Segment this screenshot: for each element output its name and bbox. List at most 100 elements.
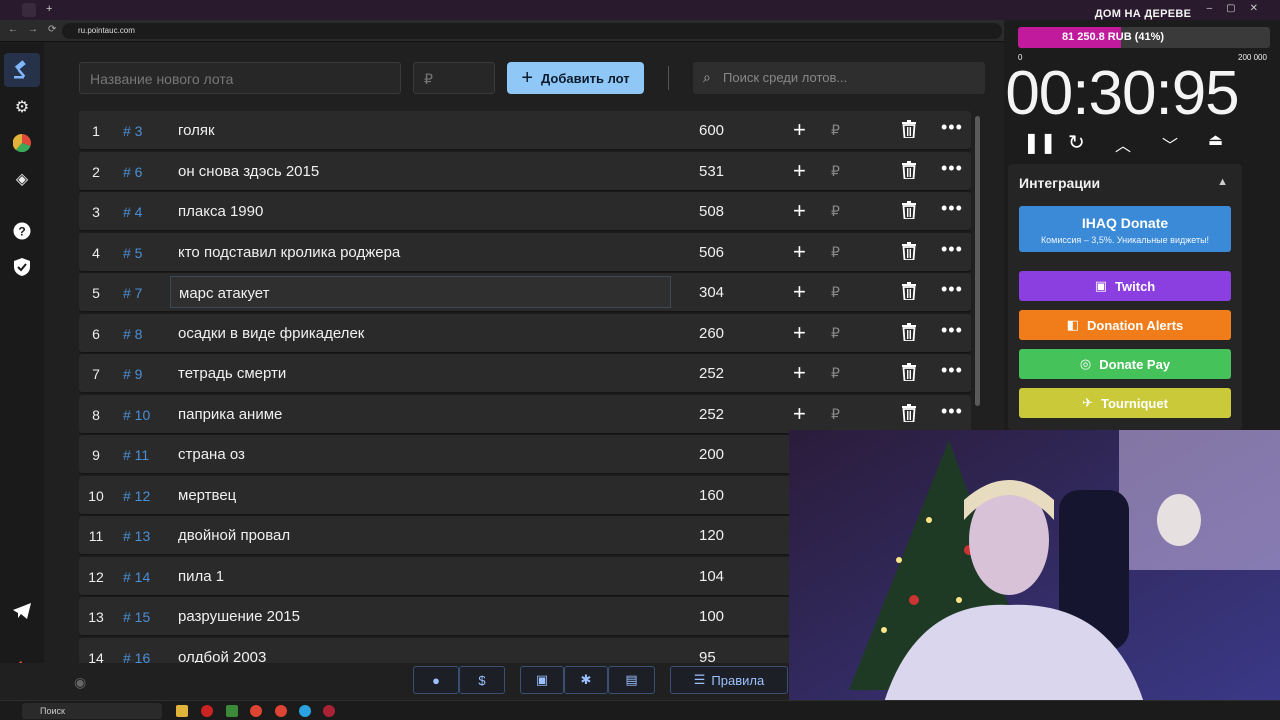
eye-icon[interactable]: ◉ <box>74 674 86 691</box>
chrome-icon-2[interactable] <box>275 705 287 717</box>
more-options-icon[interactable]: ••• <box>941 117 963 138</box>
lot-id: # 3 <box>123 123 143 139</box>
add-amount-plus-icon[interactable]: + <box>793 401 806 427</box>
browser-nav-icons[interactable]: ←→⟳ <box>8 24 66 35</box>
lot-id: # 12 <box>123 487 151 504</box>
wheel-chart-icon[interactable] <box>10 131 34 155</box>
delete-trash-icon[interactable] <box>902 160 918 181</box>
gavel-icon[interactable] <box>4 53 40 87</box>
integration-button-donation-alerts[interactable]: ◧ Donation Alerts <box>1019 310 1231 340</box>
trash-list-icon: ▤ <box>625 672 638 687</box>
delete-trash-icon[interactable] <box>902 201 918 221</box>
lot-name-field[interactable]: паприка аниме <box>178 406 282 423</box>
lot-amount: 100 <box>699 608 725 625</box>
browser-tab[interactable] <box>22 3 36 17</box>
lot-name-field[interactable]: марс атакует <box>170 276 671 308</box>
donate-dollar-button[interactable]: $ <box>459 666 505 694</box>
shield-icon[interactable] <box>10 255 34 279</box>
lot-amount: 508 <box>699 203 725 220</box>
list-scrollbar[interactable] <box>975 116 980 406</box>
restart-icon[interactable]: ↻ <box>1068 130 1085 155</box>
chevron-up-icon[interactable]: ︿ <box>1115 132 1131 156</box>
lot-id: # 10 <box>123 406 151 423</box>
obs-icon[interactable] <box>323 705 335 717</box>
lot-search-input[interactable]: ⌕ Поиск среди лотов... <box>693 62 985 94</box>
collapse-caret-icon[interactable]: ▲ <box>1217 176 1228 188</box>
help-icon[interactable]: ? <box>10 219 34 243</box>
more-options-icon[interactable]: ••• <box>941 279 963 300</box>
ruble-icon[interactable]: ₽ <box>831 406 840 423</box>
more-options-icon[interactable]: ••• <box>941 360 963 381</box>
taskbar-search[interactable]: Поиск <box>22 703 162 719</box>
delete-trash-icon[interactable] <box>902 241 918 262</box>
ruble-icon[interactable]: ₽ <box>831 325 840 342</box>
lot-name-field[interactable]: разрушение 2015 <box>178 608 300 625</box>
telegram-taskbar-icon[interactable] <box>299 705 311 717</box>
lot-row: 1 # 3 голяк 600 + ₽ ••• <box>79 111 971 149</box>
new-lot-name-input[interactable]: Название нового лота <box>79 62 401 94</box>
ruble-icon[interactable]: ₽ <box>831 163 840 180</box>
lot-name-field[interactable]: страна оз <box>178 446 245 463</box>
delete-trash-icon[interactable] <box>902 282 918 302</box>
add-amount-plus-icon[interactable]: + <box>793 279 806 305</box>
lot-name-field[interactable]: пила 1 <box>178 568 224 585</box>
telegram-icon[interactable] <box>10 599 34 623</box>
url-field[interactable]: ru.pointauc.com <box>62 23 1002 39</box>
chevron-down-icon[interactable]: ﹀ <box>1162 132 1178 156</box>
lot-name-field[interactable]: двойной провал <box>178 527 290 544</box>
lot-position: 12 <box>88 568 104 585</box>
minecraft-icon[interactable] <box>226 705 238 717</box>
new-lot-price-input[interactable]: ₽ <box>413 62 495 94</box>
lot-name-field[interactable]: плакса 1990 <box>178 203 263 220</box>
add-amount-plus-icon[interactable]: + <box>793 239 806 265</box>
ruble-icon[interactable]: ₽ <box>831 122 840 139</box>
opera-icon[interactable] <box>201 705 213 717</box>
folder-icon[interactable] <box>176 705 188 717</box>
more-options-icon[interactable]: ••• <box>941 198 963 219</box>
delete-trash-icon[interactable] <box>902 120 918 140</box>
add-amount-plus-icon[interactable]: + <box>793 360 806 386</box>
ruble-icon[interactable]: ₽ <box>831 244 840 261</box>
lot-name-field[interactable]: осадки в виде фрикаделек <box>178 325 364 342</box>
more-options-icon[interactable]: ••• <box>941 239 963 260</box>
ruble-icon[interactable]: ₽ <box>831 284 840 301</box>
lot-name-field[interactable]: кто подставил кролика роджера <box>178 244 400 261</box>
double-chevron-up-icon[interactable]: ⏏ <box>1208 130 1223 150</box>
lot-name-field[interactable]: голяк <box>178 122 215 139</box>
rules-label: Правила <box>711 672 765 688</box>
pause-icon[interactable]: ❚❚ <box>1023 130 1057 155</box>
delete-trash-icon[interactable] <box>902 403 918 424</box>
add-amount-plus-icon[interactable]: + <box>793 117 806 143</box>
integration-button-twitch[interactable]: ▣ Twitch <box>1019 271 1231 301</box>
lot-name-field[interactable]: олдбой 2003 <box>178 649 266 664</box>
add-amount-plus-icon[interactable]: + <box>793 198 806 224</box>
integration-button-donate-pay[interactable]: ◎ Donate Pay <box>1019 349 1231 379</box>
rules-button[interactable]: ☰ Правила <box>670 666 788 694</box>
chrome-icon[interactable] <box>250 705 262 717</box>
add-amount-plus-icon[interactable]: + <box>793 320 806 346</box>
ihaq-donate-button[interactable]: IHAQ Donate Комиссия – 3,5%. Уникальные … <box>1019 206 1231 252</box>
integration-button-tourniquet[interactable]: ✈ Tourniquet <box>1019 388 1231 418</box>
lot-name-field[interactable]: тетрадь смерти <box>178 365 286 382</box>
more-options-icon[interactable]: ••• <box>941 320 963 341</box>
twitch-icon: ▣ <box>1094 278 1108 293</box>
lot-position: 8 <box>92 406 100 423</box>
lot-name-field[interactable]: мертвец <box>178 487 236 504</box>
settings-gear-icon[interactable]: ⚙ <box>10 95 34 119</box>
clear-lots-button[interactable]: ▤ <box>608 666 655 694</box>
lot-name-field[interactable]: он снова здэсь 2015 <box>178 163 319 180</box>
delete-trash-icon[interactable] <box>902 322 918 343</box>
ruble-icon[interactable]: ₽ <box>831 365 840 382</box>
github-button[interactable]: ● <box>413 666 459 694</box>
save-button[interactable]: ▣ <box>520 666 564 694</box>
more-options-icon[interactable]: ••• <box>941 401 963 422</box>
delete-trash-icon[interactable] <box>902 363 918 383</box>
lot-position: 7 <box>92 366 100 382</box>
more-options-icon[interactable]: ••• <box>941 158 963 179</box>
new-tab-button[interactable]: + <box>46 3 52 15</box>
ruble-icon[interactable]: ₽ <box>831 203 840 220</box>
add-amount-plus-icon[interactable]: + <box>793 158 806 184</box>
layers-icon[interactable]: ◈ <box>10 167 34 191</box>
bug-report-button[interactable]: ✱ <box>564 666 608 694</box>
add-lot-button[interactable]: + Добавить лот <box>507 62 644 94</box>
